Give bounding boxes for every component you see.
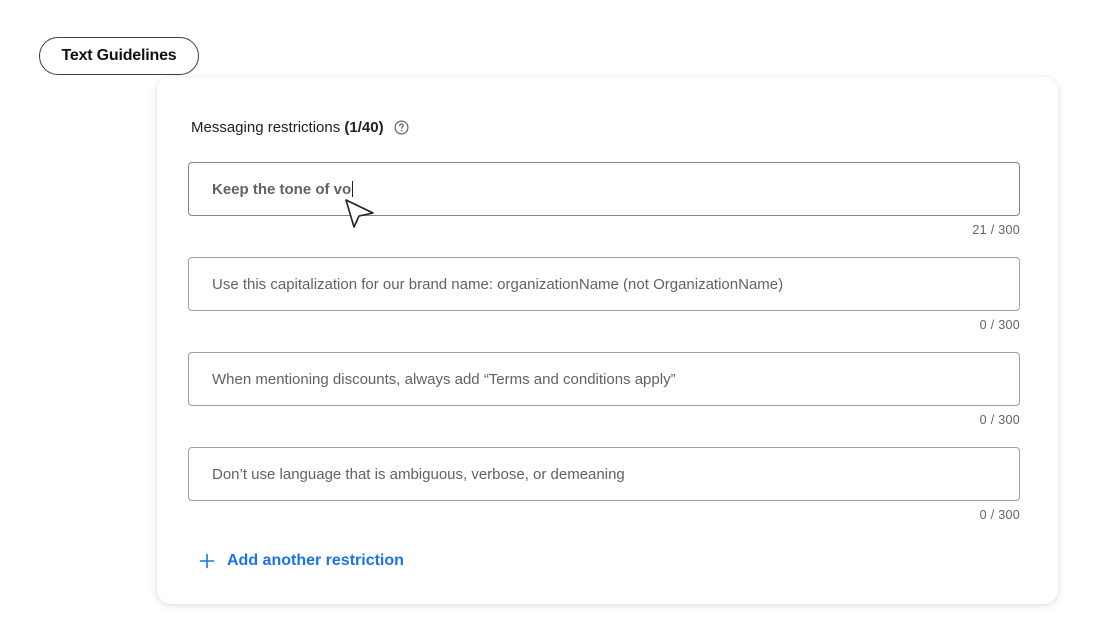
restriction-input-4[interactable]: Don’t use language that is ambiguous, ve… [188,447,1020,501]
restriction-input-3-placeholder: When mentioning discounts, always add “T… [212,370,676,388]
page: Text Guidelines Messaging restrictions (… [0,0,1116,624]
restriction-input-1-value: Keep the tone of vo [212,180,352,198]
add-restriction-label: Add another restriction [227,552,404,569]
mouse-pointer-icon [342,198,376,230]
restriction-input-3[interactable]: When mentioning discounts, always add “T… [188,352,1020,406]
section-title: Messaging restrictions (1/40) [191,119,409,136]
add-restriction-button[interactable]: Add another restriction [199,552,404,570]
text-caret [352,181,354,197]
restriction-field-block-1: Keep the tone of vo 21 / 300 [188,162,1020,237]
text-guidelines-pill[interactable]: Text Guidelines [39,37,199,75]
restriction-input-2-placeholder: Use this capitalization for our brand na… [212,275,784,293]
char-counter-2: 0 / 300 [979,318,1020,332]
section-title-text: Messaging restrictions [191,119,341,136]
restriction-input-4-placeholder: Don’t use language that is ambiguous, ve… [212,465,625,483]
restrictions-card: Messaging restrictions (1/40) Keep the t… [157,77,1058,604]
text-guidelines-label: Text Guidelines [61,47,177,64]
char-counter-3: 0 / 300 [979,413,1020,427]
restriction-field-block-4: Don’t use language that is ambiguous, ve… [188,447,1020,522]
restriction-input-1[interactable]: Keep the tone of vo [188,162,1020,216]
char-counter-1: 21 / 300 [972,223,1020,237]
restriction-field-block-2: Use this capitalization for our brand na… [188,257,1020,332]
plus-icon [199,553,215,569]
help-circle-icon[interactable] [394,120,409,135]
restriction-field-block-3: When mentioning discounts, always add “T… [188,352,1020,427]
char-counter-4: 0 / 300 [979,508,1020,522]
restriction-input-2[interactable]: Use this capitalization for our brand na… [188,257,1020,311]
restrictions-count: (1/40) [344,119,384,136]
